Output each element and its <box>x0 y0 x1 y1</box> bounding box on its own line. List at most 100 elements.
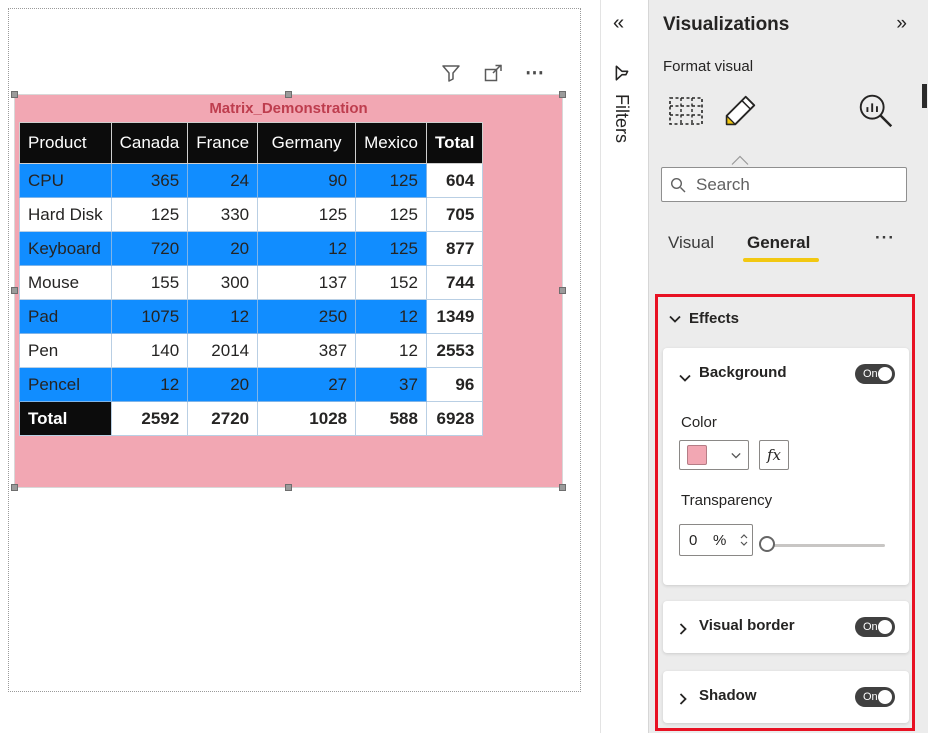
fx-conditional-format-button[interactable]: fx <box>759 440 789 470</box>
focus-mode-icon[interactable] <box>480 60 506 86</box>
filters-funnel-icon[interactable] <box>613 64 631 87</box>
visual-border-card-header[interactable]: Visual border On <box>663 601 909 653</box>
matrix-cell[interactable]: 125 <box>110 197 189 232</box>
matrix-cell[interactable]: 20 <box>187 231 259 266</box>
matrix-visual[interactable]: Matrix_Demonstration Product Canada France… <box>11 91 566 491</box>
selection-handle[interactable] <box>559 91 566 98</box>
matrix-cell[interactable]: 365 <box>110 163 189 198</box>
background-card-header[interactable]: Background On <box>663 348 909 400</box>
selection-handle[interactable] <box>11 484 18 491</box>
matrix-cell[interactable]: CPU <box>19 163 112 198</box>
matrix-cell[interactable]: 12 <box>355 299 427 334</box>
matrix-column-header[interactable]: Canada <box>110 122 189 164</box>
tab-visual[interactable]: Visual <box>668 233 714 253</box>
matrix-cell[interactable]: 12 <box>257 231 357 266</box>
spinner-buttons[interactable] <box>740 534 748 546</box>
background-card: Background On Color fx Transparency % <box>663 348 909 585</box>
matrix-cell[interactable]: 720 <box>110 231 189 266</box>
matrix-cell[interactable]: Pen <box>19 333 112 368</box>
transparency-input[interactable] <box>687 530 713 550</box>
matrix-cell[interactable]: 705 <box>425 197 484 232</box>
matrix-cell[interactable]: Mouse <box>19 265 112 300</box>
matrix-cell[interactable]: Pad <box>19 299 112 334</box>
color-label: Color <box>681 414 717 431</box>
matrix-cell[interactable]: 12 <box>110 367 189 402</box>
filters-pane-collapsed: « Filters <box>600 0 648 733</box>
matrix-cell[interactable]: 300 <box>187 265 259 300</box>
tabs-more-icon[interactable]: ··· <box>875 228 895 248</box>
matrix-cell[interactable]: 90 <box>257 163 357 198</box>
matrix-column-header[interactable]: France <box>187 122 259 164</box>
selection-handle[interactable] <box>11 91 18 98</box>
matrix-cell[interactable]: 1028 <box>257 401 357 436</box>
matrix-column-header[interactable]: Total <box>425 122 484 164</box>
matrix-cell[interactable]: 604 <box>425 163 484 198</box>
analytics-icon[interactable] <box>855 90 897 132</box>
filters-pane-label[interactable]: Filters <box>611 94 632 143</box>
selection-handle[interactable] <box>284 91 292 98</box>
transparency-slider-handle[interactable] <box>759 536 775 552</box>
matrix-column-header[interactable]: Product <box>19 122 112 164</box>
selection-handle[interactable] <box>11 287 18 294</box>
matrix-row: Pencel 12 20 27 37 96 <box>19 367 484 402</box>
matrix-cell[interactable]: 24 <box>187 163 259 198</box>
toggle-knob <box>878 690 892 704</box>
transparency-slider-track[interactable] <box>767 544 885 547</box>
matrix-cell[interactable]: Total <box>19 401 112 436</box>
matrix-cell[interactable]: 1349 <box>425 299 484 334</box>
pane-scrollbar[interactable] <box>922 84 927 108</box>
matrix-cell[interactable]: 877 <box>425 231 484 266</box>
matrix-cell[interactable]: 250 <box>257 299 357 334</box>
effects-section-header[interactable]: Effects <box>669 310 739 327</box>
matrix-cell[interactable]: 2720 <box>187 401 259 436</box>
matrix-cell[interactable]: 744 <box>425 265 484 300</box>
matrix-column-header[interactable]: Germany <box>257 122 357 164</box>
matrix-column-header[interactable]: Mexico <box>355 122 427 164</box>
matrix-cell[interactable]: 20 <box>187 367 259 402</box>
more-options-icon[interactable]: ⋯ <box>522 60 548 86</box>
shadow-toggle[interactable]: On <box>855 687 895 707</box>
matrix-cell[interactable]: 125 <box>355 231 427 266</box>
color-picker-dropdown[interactable] <box>679 440 749 470</box>
matrix-cell[interactable]: 387 <box>257 333 357 368</box>
format-search-box[interactable] <box>661 167 919 202</box>
visual-border-toggle[interactable]: On <box>855 617 895 637</box>
matrix-cell[interactable]: 125 <box>355 197 427 232</box>
matrix-row: Pad 1075 12 250 12 1349 <box>19 299 484 334</box>
matrix-cell[interactable]: 588 <box>355 401 427 436</box>
matrix-cell[interactable]: 155 <box>110 265 189 300</box>
matrix-cell[interactable]: 2553 <box>425 333 484 368</box>
matrix-cell[interactable]: 37 <box>355 367 427 402</box>
matrix-cell[interactable]: Pencel <box>19 367 112 402</box>
matrix-cell[interactable]: 330 <box>187 197 259 232</box>
matrix-cell[interactable]: Hard Disk <box>19 197 112 232</box>
matrix-cell[interactable]: 125 <box>257 197 357 232</box>
tab-general[interactable]: General <box>747 233 810 253</box>
matrix-cell[interactable]: 152 <box>355 265 427 300</box>
background-toggle[interactable]: On <box>855 364 895 384</box>
matrix-cell[interactable]: 2592 <box>110 401 189 436</box>
format-visual-icon[interactable] <box>719 90 761 132</box>
search-input[interactable] <box>694 173 919 196</box>
selection-handle[interactable] <box>559 484 566 491</box>
matrix-cell[interactable]: 137 <box>257 265 357 300</box>
matrix-cell[interactable]: 1075 <box>110 299 189 334</box>
matrix-cell[interactable]: 6928 <box>425 401 484 436</box>
shadow-card-header[interactable]: Shadow On <box>663 671 909 723</box>
expand-filters-button[interactable]: « <box>613 12 624 35</box>
matrix-cell[interactable]: 96 <box>425 367 484 402</box>
filter-icon[interactable] <box>438 60 464 86</box>
matrix-row: Keyboard 720 20 12 125 877 <box>19 231 484 266</box>
matrix-cell[interactable]: 12 <box>355 333 427 368</box>
collapse-visualizations-button[interactable]: » <box>896 13 907 35</box>
build-visual-icon[interactable] <box>665 90 707 132</box>
matrix-cell[interactable]: Keyboard <box>19 231 112 266</box>
selection-handle[interactable] <box>559 287 566 294</box>
transparency-input-box[interactable]: % <box>679 524 753 556</box>
matrix-cell[interactable]: 2014 <box>187 333 259 368</box>
matrix-cell[interactable]: 125 <box>355 163 427 198</box>
matrix-cell[interactable]: 12 <box>187 299 259 334</box>
matrix-cell[interactable]: 27 <box>257 367 357 402</box>
selection-handle[interactable] <box>284 484 292 491</box>
matrix-cell[interactable]: 140 <box>110 333 189 368</box>
